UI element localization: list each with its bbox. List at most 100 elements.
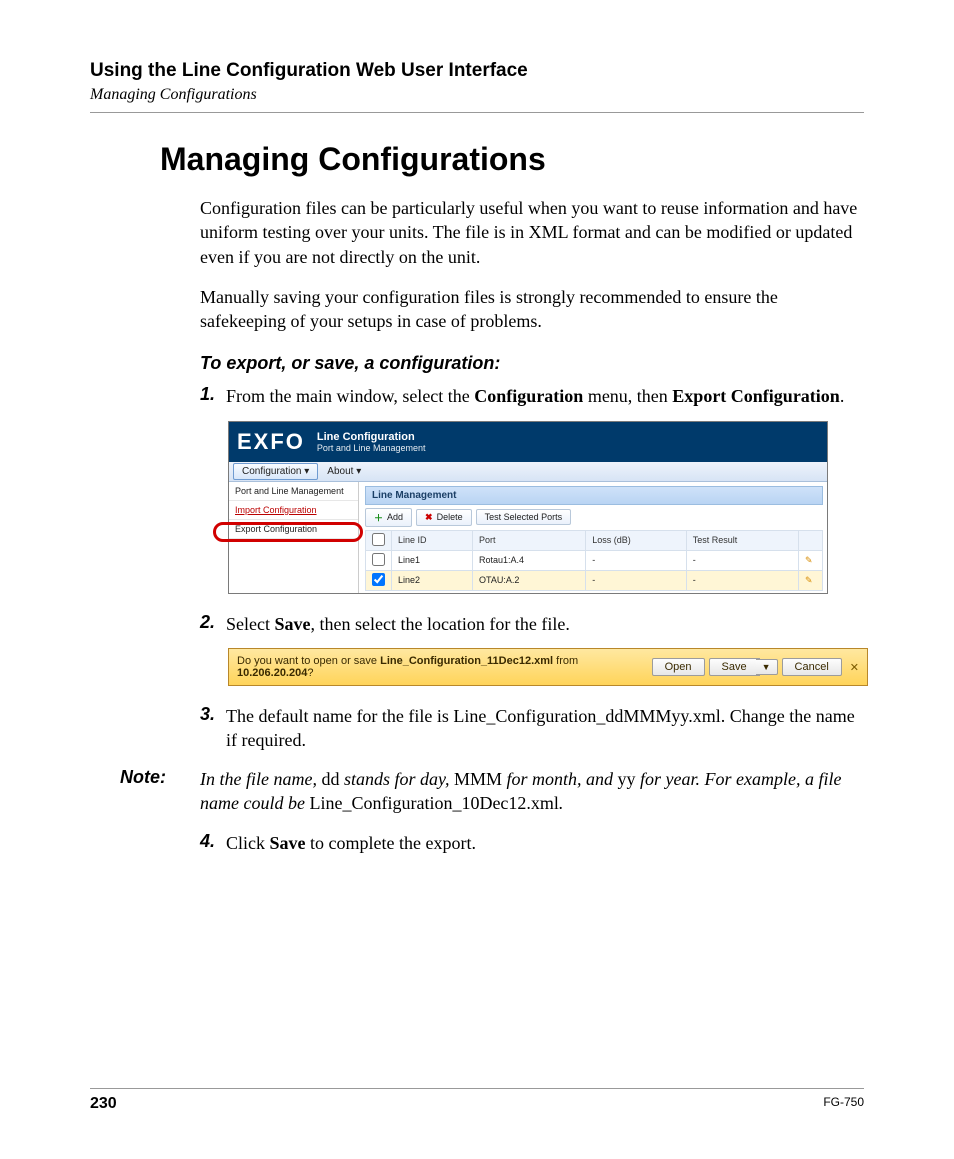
step-3-number: 3.	[200, 704, 226, 753]
col-test-result: Test Result	[686, 530, 798, 550]
save-dropdown[interactable]: ▼	[756, 659, 778, 675]
add-button[interactable]: ＋ Add	[365, 508, 412, 527]
cell-port: Rotau1:A.4	[473, 550, 586, 570]
step-4-post: to complete the export.	[306, 833, 476, 853]
step-2-number: 2.	[200, 612, 226, 636]
step-2-text: Select Save, then select the location fo…	[226, 612, 864, 636]
step-1-text: From the main window, select the Configu…	[226, 384, 864, 408]
note-literal: yy	[618, 769, 636, 789]
note-text: .	[559, 793, 564, 813]
brand-logo: EXFO	[237, 429, 305, 455]
toolbar: ＋ Add ✖ Delete Test Selected Ports	[365, 505, 823, 530]
note-body: In the file name, dd stands for day, MMM…	[200, 767, 864, 816]
note: Note: In the file name, dd stands for da…	[120, 767, 864, 816]
page-number: 230	[90, 1095, 117, 1113]
page-footer: 230 FG-750	[90, 1088, 864, 1113]
step-2-pre: Select	[226, 614, 274, 634]
row-checkbox[interactable]	[372, 573, 385, 586]
step-4-pre: Click	[226, 833, 270, 853]
menu-item-import-configuration[interactable]: Import Configuration	[229, 501, 358, 520]
edit-icon[interactable]: ✎	[799, 570, 823, 590]
x-icon: ✖	[425, 512, 433, 523]
cancel-button[interactable]: Cancel	[782, 658, 842, 676]
edit-icon[interactable]: ✎	[799, 550, 823, 570]
step-3-text: The default name for the file is Line_Co…	[226, 704, 864, 753]
cell-line-id: Line2	[392, 570, 473, 590]
step-4: 4. Click Save to complete the export.	[200, 831, 864, 855]
step-1: 1. From the main window, select the Conf…	[200, 384, 864, 408]
save-button[interactable]: Save	[709, 658, 760, 676]
add-label: Add	[387, 512, 403, 522]
intro-paragraph-2: Manually saving your configuration files…	[200, 285, 864, 334]
cell-loss: -	[586, 570, 687, 590]
step-1-number: 1.	[200, 384, 226, 408]
chapter-title: Using the Line Configuration Web User In…	[90, 60, 864, 82]
note-text: stands for day,	[339, 769, 454, 789]
col-line-id: Line ID	[392, 530, 473, 550]
app-title: Line Configuration	[317, 431, 426, 443]
app-subtitle: Port and Line Management	[317, 443, 426, 453]
note-text: In the file name,	[200, 769, 321, 789]
app-header: EXFO Line Configuration Port and Line Ma…	[229, 422, 827, 462]
cell-result: -	[686, 550, 798, 570]
step-3: 3. The default name for the file is Line…	[200, 704, 864, 753]
msg-filename: Line_Configuration_11Dec12.xml	[380, 655, 553, 667]
menu-item-port-line-management[interactable]: Port and Line Management	[229, 482, 358, 501]
step-1-bold-1: Configuration	[474, 386, 583, 406]
cell-line-id: Line1	[392, 550, 473, 570]
panel-title: Line Management	[365, 486, 823, 505]
menu-bar: Configuration ▾ About ▾	[229, 462, 827, 482]
plus-icon: ＋	[374, 511, 383, 524]
step-4-number: 4.	[200, 831, 226, 855]
section-title: Managing Configurations	[90, 86, 864, 104]
step-1-pre: From the main window, select the	[226, 386, 474, 406]
msg-part: ?	[307, 667, 313, 679]
close-icon[interactable]: ✕	[850, 661, 859, 674]
test-selected-ports-button[interactable]: Test Selected Ports	[476, 509, 572, 525]
col-loss: Loss (dB)	[586, 530, 687, 550]
dropdown-menu: Port and Line Management Import Configur…	[229, 482, 359, 593]
header-checkbox[interactable]	[372, 533, 385, 546]
line-table: Line ID Port Loss (dB) Test Result Line1…	[365, 530, 823, 591]
doc-id: FG-750	[823, 1095, 864, 1113]
note-literal: dd	[321, 769, 339, 789]
open-button[interactable]: Open	[652, 658, 705, 676]
delete-button[interactable]: ✖ Delete	[416, 509, 472, 526]
step-2: 2. Select Save, then select the location…	[200, 612, 864, 636]
download-message: Do you want to open or save Line_Configu…	[237, 655, 648, 679]
row-checkbox[interactable]	[372, 553, 385, 566]
menu-configuration[interactable]: Configuration ▾	[233, 463, 318, 480]
msg-host: 10.206.20.204	[237, 667, 307, 679]
table-row: Line2 OTAU:A.2 - - ✎	[366, 570, 823, 590]
procedure-heading: To export, or save, a configuration:	[200, 353, 864, 374]
msg-part: Do you want to open or save	[237, 655, 380, 667]
menu-item-export-configuration[interactable]: Export Configuration	[229, 520, 358, 539]
note-literal: Line_Configuration_10Dec12.xml	[309, 793, 558, 813]
screenshot-line-configuration: EXFO Line Configuration Port and Line Ma…	[228, 421, 828, 594]
step-1-bold-2: Export Configuration	[672, 386, 840, 406]
table-row: Line1 Rotau1:A.4 - - ✎	[366, 550, 823, 570]
screenshot-download-bar: Do you want to open or save Line_Configu…	[228, 648, 868, 686]
page-heading: Managing Configurations	[160, 141, 864, 178]
note-text: for month, and	[502, 769, 618, 789]
note-label: Note:	[120, 767, 200, 816]
cell-port: OTAU:A.2	[473, 570, 586, 590]
col-port: Port	[473, 530, 586, 550]
step-2-bold: Save	[274, 614, 310, 634]
footer-rule	[90, 1088, 864, 1089]
step-1-post: .	[840, 386, 845, 406]
cell-result: -	[686, 570, 798, 590]
step-4-text: Click Save to complete the export.	[226, 831, 864, 855]
msg-part: from	[553, 655, 578, 667]
step-2-post: , then select the location for the file.	[310, 614, 569, 634]
col-actions	[799, 530, 823, 550]
menu-about[interactable]: About ▾	[318, 463, 370, 480]
col-checkbox	[366, 530, 392, 550]
note-literal: MMM	[454, 769, 502, 789]
header-rule	[90, 112, 864, 113]
cell-loss: -	[586, 550, 687, 570]
step-1-mid: menu, then	[583, 386, 672, 406]
intro-paragraph-1: Configuration files can be particularly …	[200, 196, 864, 269]
delete-label: Delete	[437, 512, 463, 522]
step-4-bold: Save	[270, 833, 306, 853]
